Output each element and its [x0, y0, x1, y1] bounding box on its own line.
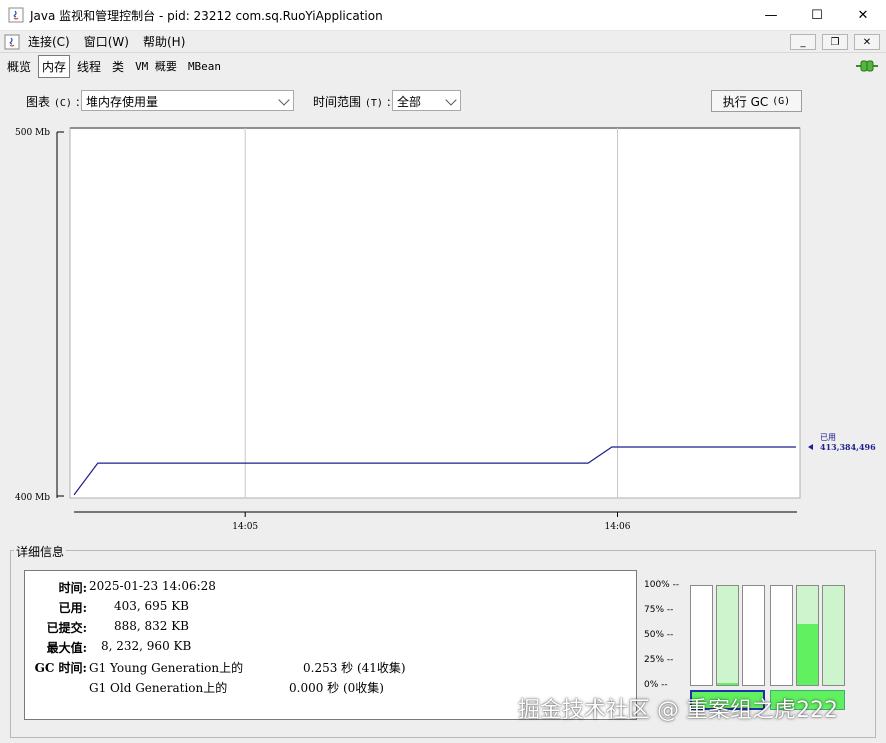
- detail-row-gc-young: GC 时间: G1 Young Generation上的 0.253 秒 (41…: [34, 661, 406, 675]
- chart-select[interactable]: 堆内存使用量: [81, 90, 294, 111]
- pool-used-fill: [797, 623, 818, 685]
- minimize-button[interactable]: —: [748, 0, 794, 31]
- y-label-bottom: 400 Mb: [15, 493, 50, 503]
- chevron-down-icon: [445, 94, 457, 106]
- chart-label: 图表 (C) :: [26, 95, 80, 109]
- x-tick-label-1: 14:06: [605, 522, 631, 532]
- watermark: 掘金技术社区 @ 重案组之虎222: [518, 698, 838, 723]
- detail-row-max: 最大值: 8, 232, 960 KB: [46, 639, 192, 655]
- frame-close-button[interactable]: ✕: [854, 34, 880, 50]
- tab-mbean[interactable]: MBean: [184, 57, 225, 76]
- time-range-select[interactable]: 全部: [392, 90, 461, 111]
- memory-pool-bar[interactable]: [716, 585, 739, 686]
- memory-panel: 图表 (C) : 堆内存使用量 时间范围 (T) : 全部 执行 GC (G) …: [4, 80, 882, 740]
- menu-help[interactable]: 帮助(H): [143, 33, 185, 50]
- menu-bar: 连接(C) 窗口(W) 帮助(H) _ ❐ ✕: [0, 31, 886, 53]
- pool-committed-shade: [823, 586, 844, 685]
- detail-row-used: 已用: 403, 695 KB: [58, 599, 189, 615]
- java-document-icon[interactable]: [4, 34, 20, 50]
- window-controls: — ☐ ✕: [748, 0, 886, 31]
- tab-vm-summary[interactable]: VM 概要: [131, 55, 181, 77]
- memory-pool-bar[interactable]: [770, 585, 793, 686]
- pct-label-100: 100% --: [644, 580, 680, 590]
- series-end-marker: [808, 443, 813, 450]
- frame-minimize-button[interactable]: _: [790, 34, 816, 50]
- heap-memory-chart-svg: 500 Mb 400 Mb 14:05 14:06 已用413,384,496: [15, 127, 876, 532]
- title-bar: Java 监视和管理控制台 - pid: 23212 com.sq.RuoYiA…: [0, 0, 886, 31]
- tab-threads[interactable]: 线程: [73, 55, 105, 78]
- perform-gc-button[interactable]: 执行 GC (G): [711, 90, 802, 112]
- tab-bar: 概览 内存 线程 类 VM 概要 MBean: [0, 54, 886, 78]
- time-range-value: 全部: [397, 95, 422, 109]
- pool-used-fill: [717, 683, 738, 685]
- menu-connection[interactable]: 连接(C): [28, 33, 70, 50]
- frame-restore-button[interactable]: ❐: [822, 34, 848, 50]
- time-range-label: 时间范围 (T) :: [313, 95, 391, 109]
- connection-status-icon: [856, 60, 878, 72]
- chart-select-value: 堆内存使用量: [86, 95, 159, 109]
- details-title: 详细信息: [14, 543, 67, 560]
- memory-pool-bar[interactable]: [742, 585, 765, 686]
- series-name-label: 已用: [820, 433, 836, 442]
- heap-memory-chart: 500 Mb 400 Mb 14:05 14:06 已用 413,384,496: [4, 120, 882, 540]
- java-app-icon: [8, 7, 24, 23]
- tab-overview[interactable]: 概览: [3, 55, 35, 78]
- series-value-label: 413,384,496: [820, 442, 876, 452]
- memory-pool-bar[interactable]: [690, 585, 713, 686]
- pct-label-50: 50% --: [644, 630, 674, 640]
- chevron-down-icon: [278, 94, 290, 106]
- memory-pool-bar[interactable]: [796, 585, 819, 686]
- pct-label-75: 75% --: [644, 605, 674, 615]
- tab-classes[interactable]: 类: [108, 55, 128, 78]
- x-tick-label-0: 14:05: [232, 522, 258, 532]
- memory-pool-bar[interactable]: [822, 585, 845, 686]
- plot-area: [69, 127, 801, 499]
- memory-controls: 图表 (C) : 堆内存使用量 时间范围 (T) : 全部 执行 GC (G): [4, 88, 882, 112]
- y-label-top: 500 Mb: [15, 128, 50, 138]
- detail-row-time: 时间: 2025-01-23 14:06:28: [58, 579, 216, 595]
- pct-label-0: 0% --: [644, 680, 668, 690]
- window-title: Java 监视和管理控制台 - pid: 23212 com.sq.RuoYiA…: [30, 8, 383, 23]
- menu-window[interactable]: 窗口(W): [84, 33, 129, 50]
- tab-memory[interactable]: 内存: [38, 54, 71, 78]
- internal-frame-controls: _ ❐ ✕: [790, 34, 880, 50]
- detail-row-committed: 已提交: 888, 832 KB: [46, 619, 189, 635]
- maximize-button[interactable]: ☐: [794, 0, 840, 31]
- pct-label-25: 25% --: [644, 655, 674, 665]
- close-button[interactable]: ✕: [840, 0, 886, 31]
- pool-committed-shade: [717, 586, 738, 685]
